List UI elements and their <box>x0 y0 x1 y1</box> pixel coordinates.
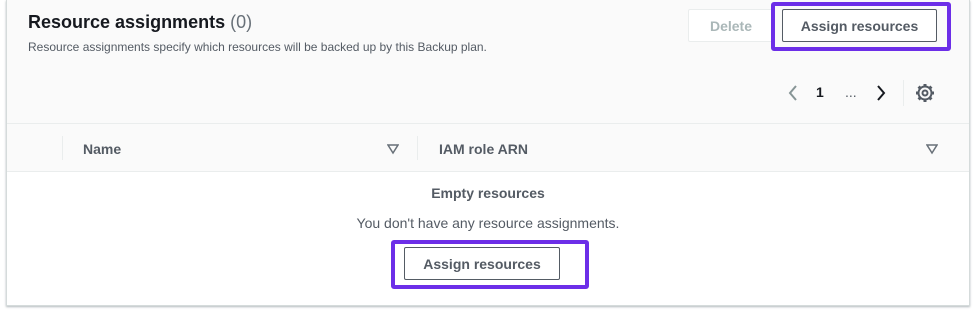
column-header-name[interactable]: Name <box>83 141 121 157</box>
previous-page-icon[interactable] <box>787 82 801 104</box>
panel-title: Resource assignments <box>28 12 226 32</box>
panel-description: Resource assignments specify which resou… <box>28 40 487 54</box>
next-page-icon[interactable] <box>875 82 889 104</box>
column-header-iam-role-arn[interactable]: IAM role ARN <box>439 141 528 157</box>
sort-down-icon[interactable] <box>386 142 400 155</box>
assign-resources-button[interactable]: Assign resources <box>782 9 937 42</box>
column-separator <box>417 136 418 160</box>
resource-assignments-panel: Resource assignments (0) Resource assign… <box>6 0 970 306</box>
column-separator <box>62 136 63 160</box>
empty-assign-resources-button[interactable]: Assign resources <box>404 247 560 280</box>
current-page-number[interactable]: 1 <box>816 84 824 100</box>
pager-divider <box>903 80 904 106</box>
gear-icon[interactable] <box>915 83 935 103</box>
sort-down-icon[interactable] <box>925 142 939 155</box>
panel-header: Resource assignments (0) Resource assign… <box>7 0 969 124</box>
title-row: Resource assignments (0) <box>28 12 252 33</box>
resource-count: (0) <box>230 12 253 32</box>
empty-state-title: Empty resources <box>431 185 545 201</box>
delete-button[interactable]: Delete <box>688 9 774 42</box>
empty-state-message: You don't have any resource assignments. <box>356 215 620 231</box>
page-ellipsis: ... <box>845 84 857 100</box>
